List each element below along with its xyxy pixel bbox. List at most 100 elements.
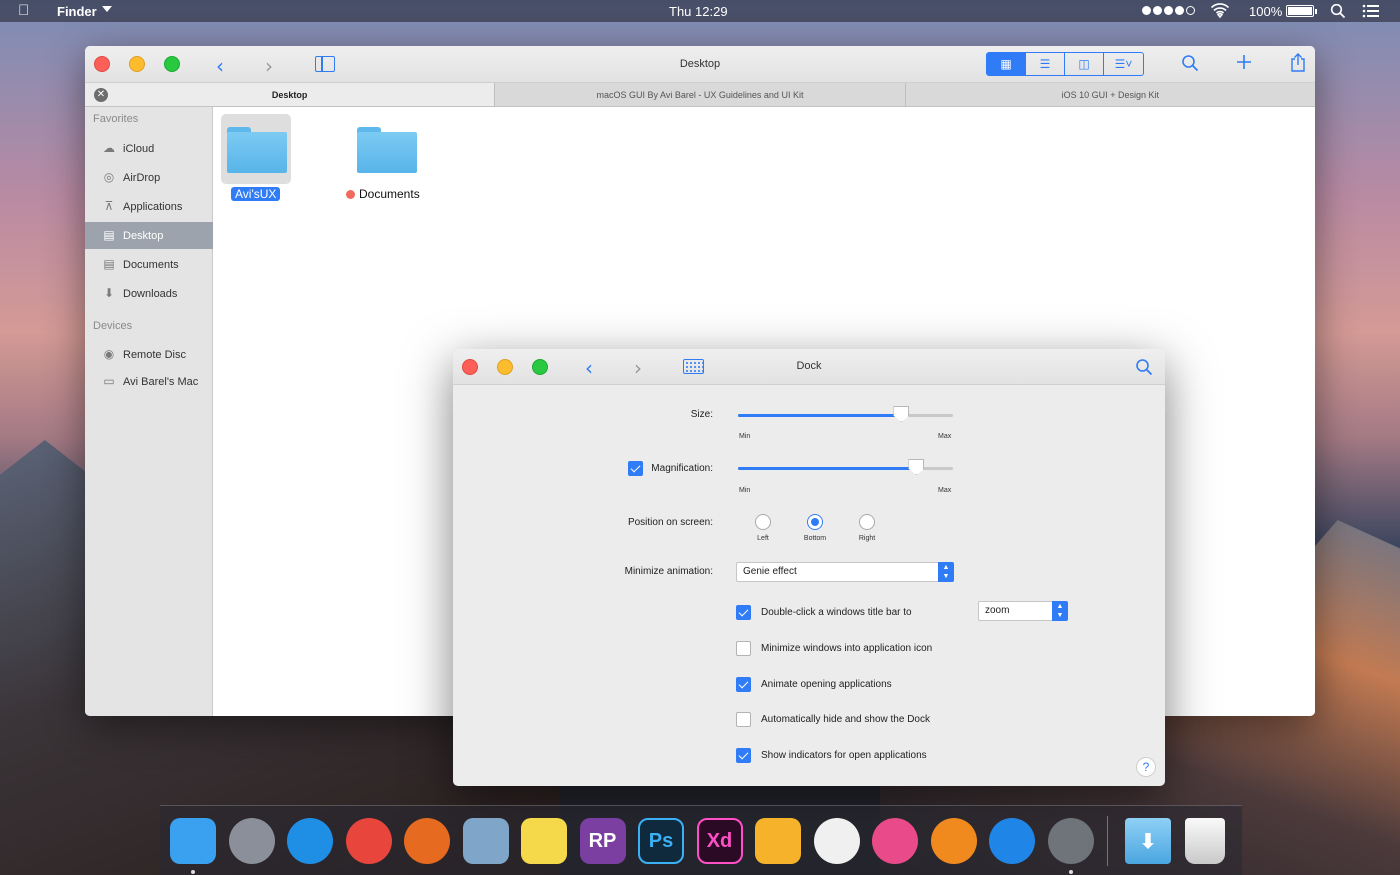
- sidebar-item-label: Documents: [123, 258, 179, 271]
- select-value: Genie effect: [743, 566, 797, 577]
- trash-icon[interactable]: [1185, 818, 1225, 864]
- downloads-folder-icon[interactable]: ⬇: [1125, 818, 1171, 864]
- sidebar-item-icloud[interactable]: ☁ iCloud: [85, 135, 213, 162]
- double-click-action-select[interactable]: zoom ▲ ▼: [978, 601, 1068, 621]
- notification-center-icon[interactable]: [1362, 3, 1380, 22]
- file-label-avisux[interactable]: Avi'sUX: [231, 187, 281, 201]
- menu-bar:  Finder Thu 12:29 100%: [0, 0, 1400, 22]
- share-icon[interactable]: [1290, 53, 1306, 77]
- position-right-radio[interactable]: [859, 514, 875, 530]
- tab-desktop[interactable]: ✕ Desktop: [85, 83, 496, 106]
- wifi-icon[interactable]: [1210, 3, 1230, 22]
- sidebar-heading-devices: Devices: [93, 320, 133, 332]
- sidebar-item-label: Remote Disc: [123, 348, 186, 361]
- stepper-icon[interactable]: ▲ ▼: [938, 562, 954, 582]
- file-label-documents[interactable]: Documents: [346, 187, 420, 201]
- launchpad-icon[interactable]: [228, 818, 275, 864]
- desktop-icon: ▤: [103, 228, 115, 242]
- animate-opening-checkbox[interactable]: [736, 677, 751, 692]
- tab-ios-gui[interactable]: iOS 10 GUI + Design Kit: [906, 83, 1315, 106]
- view-mode-segmented-control[interactable]: ▦ ☰ ◫ ☰˅: [986, 52, 1144, 76]
- size-min-label: Min: [739, 433, 751, 440]
- folder-icon[interactable]: [227, 127, 287, 173]
- battery-icon[interactable]: [1286, 5, 1314, 17]
- animate-opening-label: Animate opening applications: [761, 679, 892, 690]
- sketch-icon[interactable]: [755, 818, 801, 864]
- double-click-checkbox[interactable]: [736, 605, 751, 620]
- position-bottom-radio[interactable]: [807, 514, 823, 530]
- sidebar-item-label: Applications: [123, 200, 183, 213]
- safari-icon[interactable]: [287, 818, 333, 864]
- sidebar-item-label: Avi Barel's Mac: [123, 375, 199, 388]
- search-icon[interactable]: [1181, 53, 1199, 77]
- menu-clock[interactable]: Thu 12:29: [669, 4, 728, 19]
- sidebar-item-airdrop[interactable]: ◎ AirDrop: [85, 164, 213, 191]
- dock-titlebar[interactable]: ‹ › Dock: [453, 349, 1165, 385]
- sidebar-item-documents[interactable]: ▤ Documents: [85, 251, 213, 278]
- slider-knob[interactable]: [908, 459, 925, 475]
- sidebar-heading-favorites: Favorites: [93, 113, 139, 125]
- laptop-icon: ▭: [103, 374, 115, 388]
- magnification-min-label: Min: [739, 487, 751, 494]
- mail-icon[interactable]: [462, 818, 509, 864]
- stepper-icon[interactable]: ▲ ▼: [1052, 601, 1068, 621]
- documents-icon: ▤: [103, 257, 115, 271]
- axure-rp-icon[interactable]: RP: [579, 818, 626, 864]
- list-view-icon[interactable]: ☰: [1026, 53, 1065, 75]
- running-indicator: [191, 870, 195, 874]
- minimize-animation-select[interactable]: Genie effect ▲ ▼: [736, 562, 954, 582]
- documents-folder-icon[interactable]: [357, 127, 417, 173]
- photoshop-icon[interactable]: Ps: [638, 818, 684, 864]
- tab-label: iOS 10 GUI + Design Kit: [1061, 90, 1159, 100]
- firefox-icon[interactable]: [404, 818, 450, 864]
- dock: ⬇ RP Ps Xd: [160, 805, 1242, 875]
- arrange-menu-icon[interactable]: ☰˅: [1104, 53, 1143, 75]
- chrome-icon[interactable]: [345, 818, 392, 864]
- icon-view-icon[interactable]: ▦: [987, 53, 1026, 75]
- sidebar-item-desktop[interactable]: ▤ Desktop: [85, 222, 213, 249]
- size-slider[interactable]: [738, 406, 953, 422]
- tab-macos-gui[interactable]: macOS GUI By Avi Barel - UX Guidelines a…: [495, 83, 906, 106]
- applications-icon: ⊼: [104, 199, 114, 213]
- sidebar-item-label: iCloud: [123, 142, 155, 155]
- position-left-radio[interactable]: [755, 514, 771, 530]
- slider-fill: [738, 467, 917, 470]
- app-menu-finder[interactable]: Finder: [57, 4, 97, 19]
- apple-logo-icon[interactable]: : [18, 2, 29, 19]
- notes-icon[interactable]: [521, 818, 567, 864]
- add-icon[interactable]: [1235, 52, 1253, 76]
- finder-titlebar[interactable]: ‹ › Desktop ▦ ☰ ◫ ☰˅: [85, 46, 1315, 83]
- show-indicators-checkbox[interactable]: [736, 748, 751, 763]
- slider-knob[interactable]: [893, 406, 910, 422]
- system-preferences-icon[interactable]: [1047, 818, 1094, 864]
- sidebar-item-label: AirDrop: [123, 171, 161, 184]
- spotlight-search-icon[interactable]: [1330, 3, 1346, 22]
- minimize-into-icon-checkbox[interactable]: [736, 641, 751, 656]
- close-tab-icon[interactable]: ✕: [94, 88, 108, 102]
- help-button[interactable]: ?: [1136, 757, 1156, 777]
- signal-strength-icon: [1142, 6, 1195, 15]
- autohide-checkbox[interactable]: [736, 712, 751, 727]
- finder-icon[interactable]: [170, 818, 216, 864]
- sidebar-item-downloads[interactable]: ⬇ Downloads: [85, 280, 213, 307]
- app-store-icon[interactable]: [989, 818, 1035, 864]
- position-right-label: Right: [858, 535, 876, 542]
- dock-separator: [1107, 816, 1108, 866]
- magnification-label: Magnification:: [651, 463, 713, 474]
- battery-tip: [1315, 9, 1317, 14]
- sidebar-item-mac[interactable]: ▭ Avi Barel's Mac: [85, 368, 213, 395]
- magnification-slider[interactable]: [738, 459, 953, 475]
- tab-label: macOS GUI By Avi Barel - UX Guidelines a…: [596, 90, 804, 100]
- size-label: Size:: [690, 409, 713, 420]
- sidebar-item-remote-disc[interactable]: ◉ Remote Disc: [85, 341, 213, 368]
- adobe-xd-icon[interactable]: Xd: [696, 818, 743, 864]
- sidebar-item-applications[interactable]: ⊼ Applications: [85, 193, 213, 220]
- autohide-label: Automatically hide and show the Dock: [761, 714, 930, 725]
- disc-icon: ◉: [103, 347, 115, 361]
- search-icon[interactable]: [1135, 357, 1153, 381]
- photos-icon[interactable]: [813, 818, 860, 864]
- column-view-icon[interactable]: ◫: [1065, 53, 1104, 75]
- ibooks-icon[interactable]: [930, 818, 977, 864]
- tab-label: Desktop: [271, 90, 308, 100]
- itunes-icon[interactable]: [872, 818, 918, 864]
